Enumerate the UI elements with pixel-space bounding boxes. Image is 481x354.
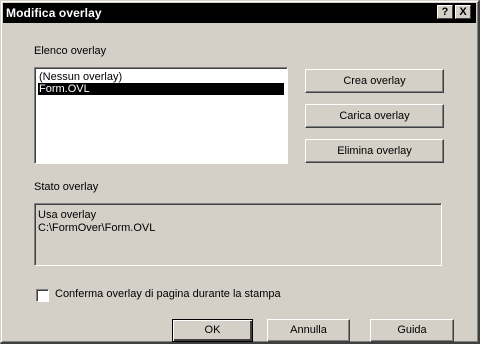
list-item-form-ovl[interactable]: Form.OVL xyxy=(38,83,284,95)
status-line-path: C:\FormOver\Form.OVL xyxy=(38,222,156,234)
help-icon[interactable]: ? xyxy=(437,5,453,19)
confirm-overlay-checkbox[interactable] xyxy=(36,289,49,302)
overlay-status-box: Usa overlay C:\FormOver\Form.OVL xyxy=(34,203,442,266)
window-title: Modifica overlay xyxy=(6,6,102,20)
list-item-nessun-overlay[interactable]: (Nessun overlay) xyxy=(38,71,122,83)
load-overlay-button[interactable]: Carica overlay xyxy=(305,104,444,128)
ok-button[interactable]: OK xyxy=(172,319,253,342)
close-icon[interactable]: X xyxy=(455,5,471,19)
help-button[interactable]: Guida xyxy=(370,319,454,342)
modifica-overlay-dialog: Modifica overlay ? X Elenco overlay (Nes… xyxy=(0,0,480,344)
delete-overlay-button[interactable]: Elimina overlay xyxy=(305,139,444,163)
cancel-button[interactable]: Annulla xyxy=(267,319,350,342)
create-overlay-button[interactable]: Crea overlay xyxy=(305,69,444,93)
overlay-list-label: Elenco overlay xyxy=(34,45,107,57)
overlay-status-label: Stato overlay xyxy=(34,181,99,193)
confirm-overlay-label[interactable]: Conferma overlay di pagina durante la st… xyxy=(55,288,281,300)
title-bar[interactable]: Modifica overlay ? X xyxy=(3,3,476,23)
status-line-usage: Usa overlay xyxy=(38,209,97,221)
overlay-listbox[interactable]: (Nessun overlay) Form.OVL xyxy=(34,67,288,164)
